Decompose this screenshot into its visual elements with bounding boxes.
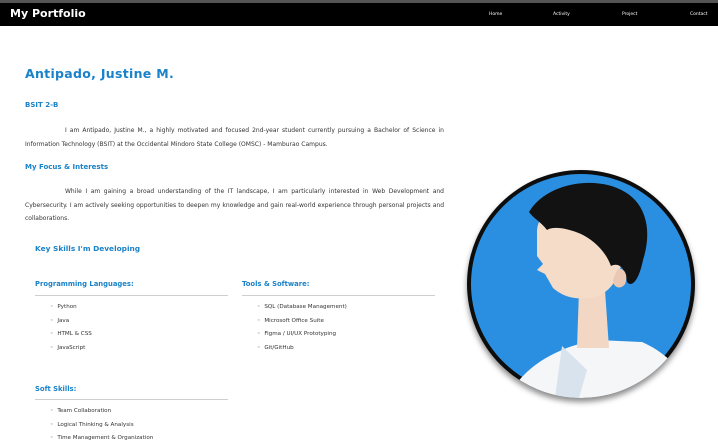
- avatar-illustration: [471, 174, 695, 398]
- soft-skills-heading: Soft Skills:: [35, 385, 77, 393]
- profile-avatar: [467, 170, 695, 398]
- page-title: Antipado, Justine M.: [25, 66, 175, 81]
- list-item: Java: [50, 315, 92, 329]
- list-item: Python: [50, 301, 92, 315]
- top-navbar: My Portfolio Home Activity Project Conta…: [0, 0, 718, 26]
- programming-list: Python Java HTML & CSS JavaScript: [50, 301, 92, 355]
- nav-contact[interactable]: Contact: [690, 12, 708, 17]
- nav-activity[interactable]: Activity: [553, 12, 570, 17]
- section-label: BSIT 2-B: [25, 101, 59, 109]
- list-item: Figma / UI/UX Prototyping: [257, 328, 347, 342]
- skills-heading: Key Skills I'm Developing: [35, 244, 141, 253]
- brand-logo[interactable]: My Portfolio: [10, 7, 86, 20]
- programming-heading: Programming Languages:: [35, 280, 134, 288]
- list-item: Logical Thinking & Analysis: [50, 419, 153, 433]
- list-item: Team Collaboration: [50, 405, 153, 419]
- programming-divider: [35, 295, 228, 296]
- focus-heading: My Focus & Interests: [25, 163, 109, 171]
- list-item: JavaScript: [50, 342, 92, 356]
- nav-home[interactable]: Home: [489, 12, 502, 17]
- list-item: Microsoft Office Suite: [257, 315, 347, 329]
- intro-paragraph: I am Antipado, Justine M., a highly moti…: [25, 127, 444, 148]
- tools-list: SQL (Database Management) Microsoft Offi…: [257, 301, 347, 355]
- list-item: HTML & CSS: [50, 328, 92, 342]
- soft-skills-list: Team Collaboration Logical Thinking & An…: [50, 405, 153, 446]
- list-item: Time Management & Organization: [50, 432, 153, 446]
- nav-project[interactable]: Project: [622, 12, 637, 17]
- focus-paragraph: While I am gaining a broad understanding…: [25, 188, 444, 222]
- tools-divider: [242, 295, 435, 296]
- soft-skills-divider: [35, 399, 228, 400]
- tools-heading: Tools & Software:: [242, 280, 310, 288]
- list-item: Git/GitHub: [257, 342, 347, 356]
- list-item: SQL (Database Management): [257, 301, 347, 315]
